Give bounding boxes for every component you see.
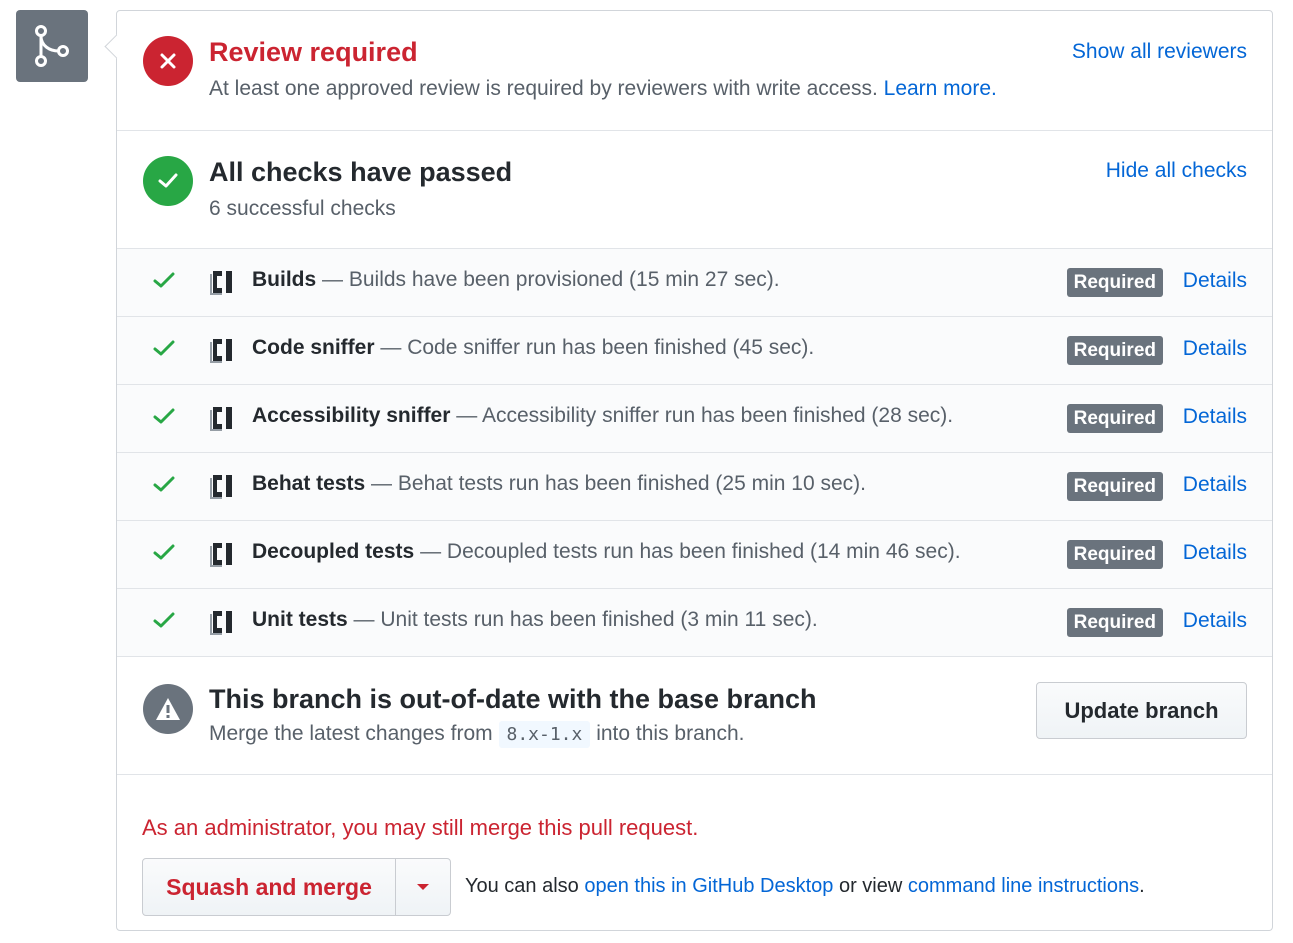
update-branch-button[interactable]: Update branch xyxy=(1036,682,1247,739)
check-row-unit-tests: Unit tests — Unit tests run has been fin… xyxy=(117,589,1272,657)
merge-section: As an administrator, you may still merge… xyxy=(117,775,1272,931)
success-check-icon xyxy=(143,156,193,206)
merge-alternatives-text: You can also open this in GitHub Desktop… xyxy=(465,875,1145,898)
check-row-builds: Builds — Builds have been provisioned (1… xyxy=(117,249,1272,317)
required-badge: Required xyxy=(1066,268,1163,297)
check-row-accessibility-sniffer: Accessibility sniffer — Accessibility sn… xyxy=(117,385,1272,453)
merge-method-dropdown[interactable] xyxy=(396,859,450,915)
check-mark-icon xyxy=(153,612,175,628)
check-mark-icon xyxy=(153,272,175,288)
branch-status-title: This branch is out-of-date with the base… xyxy=(209,684,817,714)
required-badge: Required xyxy=(1066,608,1163,637)
check-description: — Unit tests run has been finished (3 mi… xyxy=(353,608,818,631)
check-name: Code sniffer xyxy=(252,336,375,359)
review-title: Review required xyxy=(209,37,418,67)
check-text: Behat tests — Behat tests run has been f… xyxy=(252,472,866,496)
check-name: Decoupled tests xyxy=(252,540,415,563)
base-branch-name: 8.x-1.x xyxy=(498,721,591,748)
or-view-text: or view xyxy=(838,875,903,897)
required-badge: Required xyxy=(1066,404,1163,433)
ci-app-icon xyxy=(210,543,232,567)
check-name: Accessibility sniffer xyxy=(252,404,451,427)
checks-summary: 6 successful checks xyxy=(209,197,396,220)
ci-app-icon xyxy=(210,611,232,635)
checks-title: All checks have passed xyxy=(209,157,513,187)
ci-app-icon xyxy=(210,339,232,363)
github-desktop-link[interactable]: open this in GitHub Desktop xyxy=(584,875,833,897)
check-name: Builds xyxy=(252,268,317,291)
check-text: Decoupled tests — Decoupled tests run ha… xyxy=(252,540,961,564)
ci-app-icon xyxy=(210,407,232,431)
ci-app-icon xyxy=(210,475,232,499)
details-link[interactable]: Details xyxy=(1183,541,1247,565)
command-line-instructions-link[interactable]: command line instructions xyxy=(908,875,1139,897)
branch-status-section: This branch is out-of-date with the base… xyxy=(117,657,1272,775)
show-all-reviewers-link[interactable]: Show all reviewers xyxy=(1072,40,1247,64)
also-prefix: You can also xyxy=(465,875,579,897)
check-description: — Behat tests run has been finished (25 … xyxy=(371,472,866,495)
sentence-end: . xyxy=(1139,875,1145,897)
details-link[interactable]: Details xyxy=(1183,337,1247,361)
check-row-behat-tests: Behat tests — Behat tests run has been f… xyxy=(117,453,1272,521)
details-link[interactable]: Details xyxy=(1183,269,1247,293)
required-badge: Required xyxy=(1066,336,1163,365)
ci-app-icon xyxy=(210,271,232,295)
check-name: Unit tests xyxy=(252,608,348,631)
review-description-text: At least one approved review is required… xyxy=(209,77,878,100)
git-merge-icon xyxy=(16,10,88,82)
check-description: — Decoupled tests run has been finished … xyxy=(420,540,961,563)
checks-list: Builds — Builds have been provisioned (1… xyxy=(117,249,1272,657)
review-section: Review required At least one approved re… xyxy=(117,11,1272,131)
review-description: At least one approved review is required… xyxy=(209,77,997,101)
merge-button-group: Squash and merge xyxy=(142,858,451,916)
check-name: Behat tests xyxy=(252,472,366,495)
merge-status-box: Review required At least one approved re… xyxy=(116,10,1273,931)
check-text: Code sniffer — Code sniffer run has been… xyxy=(252,336,814,360)
branch-status-description: Merge the latest changes from 8.x-1.x in… xyxy=(209,721,745,748)
required-badge: Required xyxy=(1066,472,1163,501)
checks-section: All checks have passed 6 successful chec… xyxy=(117,131,1272,249)
check-mark-icon xyxy=(153,340,175,356)
check-mark-icon xyxy=(153,408,175,424)
details-link[interactable]: Details xyxy=(1183,405,1247,429)
alert-icon xyxy=(143,684,193,734)
check-text: Unit tests — Unit tests run has been fin… xyxy=(252,608,818,632)
check-description: — Code sniffer run has been finished (45… xyxy=(380,336,815,359)
error-x-icon xyxy=(143,36,193,86)
check-row-decoupled-tests: Decoupled tests — Decoupled tests run ha… xyxy=(117,521,1272,589)
details-link[interactable]: Details xyxy=(1183,609,1247,633)
check-text: Builds — Builds have been provisioned (1… xyxy=(252,268,780,292)
check-text: Accessibility sniffer — Accessibility sn… xyxy=(252,404,953,428)
check-description: — Accessibility sniffer run has been fin… xyxy=(456,404,954,427)
check-mark-icon xyxy=(153,476,175,492)
check-row-code-sniffer: Code sniffer — Code sniffer run has been… xyxy=(117,317,1272,385)
admin-merge-note: As an administrator, you may still merge… xyxy=(142,815,699,840)
learn-more-link[interactable]: Learn more. xyxy=(884,77,997,100)
required-badge: Required xyxy=(1066,540,1163,569)
branch-text-before: Merge the latest changes from xyxy=(209,722,493,745)
details-link[interactable]: Details xyxy=(1183,473,1247,497)
check-description: — Builds have been provisioned (15 min 2… xyxy=(322,268,780,291)
caret-down-icon xyxy=(417,884,429,890)
check-mark-icon xyxy=(153,544,175,560)
branch-text-after: into this branch. xyxy=(596,722,745,745)
hide-all-checks-link[interactable]: Hide all checks xyxy=(1106,159,1247,183)
squash-and-merge-button[interactable]: Squash and merge xyxy=(143,859,396,915)
